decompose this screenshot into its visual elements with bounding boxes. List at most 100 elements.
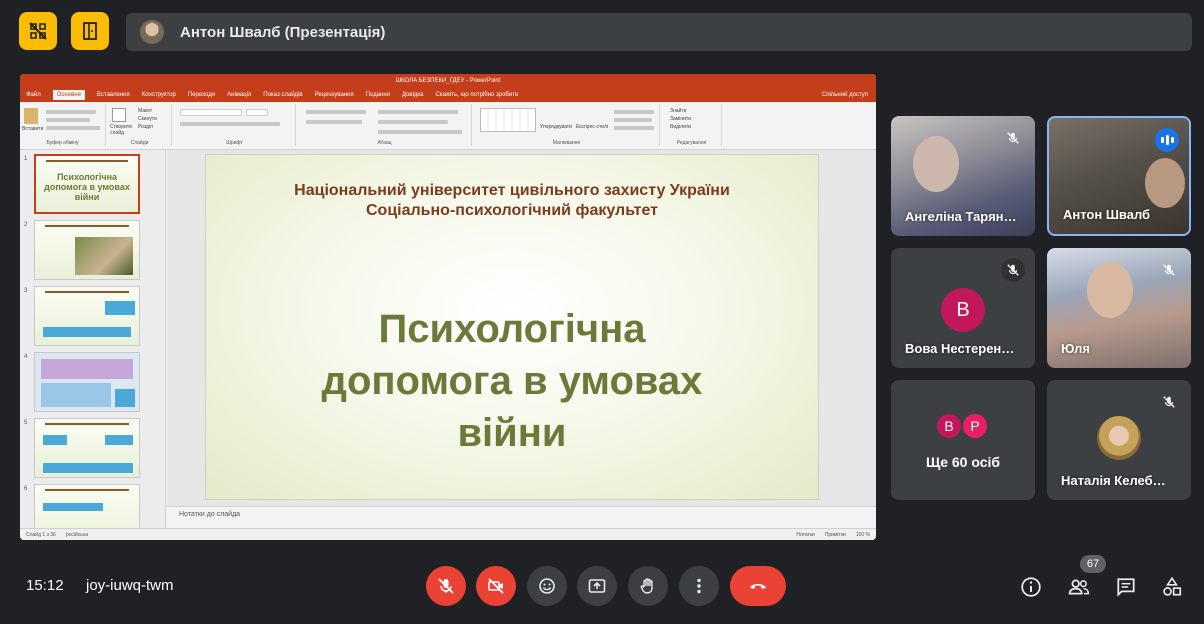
ribbon-group-label: Буфер обміну (46, 140, 79, 146)
layout-menu[interactable]: Макет (138, 108, 152, 114)
tab-slideshow[interactable]: Показ слайдів (263, 92, 302, 98)
leave-call-button[interactable] (730, 566, 786, 606)
tab-animations[interactable]: Анімація (227, 92, 251, 98)
mic-off-icon (1001, 258, 1025, 282)
tab-insert[interactable]: Вставлення (97, 92, 130, 98)
participant-video (1087, 262, 1133, 318)
avatar: В (935, 412, 963, 440)
current-slide: Національний університет цивільного захи… (205, 154, 819, 500)
avatar: Р (961, 412, 989, 440)
mic-off-icon (1157, 258, 1181, 282)
thumb-title: Психологічна допомога в умовах війни (44, 172, 130, 202)
shapes-gallery[interactable] (480, 108, 536, 132)
ribbon-group-label: Редагування (676, 140, 707, 146)
ribbon-group-clipboard: Вставити Буфер обміну (20, 104, 106, 146)
reset-button[interactable]: Скинути (138, 116, 157, 122)
replace-button[interactable]: Замінити (670, 116, 691, 122)
presenter-bar: Антон Швалб (Презентація) (126, 13, 1192, 51)
camera-toggle-button[interactable] (476, 566, 516, 606)
status-slide-count: Слайд 1 з 36 (26, 531, 56, 538)
ppt-window-title: ШКОЛА БЕЗПЕКИ_ГДЕУ - PowerPoint (395, 78, 501, 84)
paste-button[interactable]: Вставити (22, 126, 43, 132)
participant-video (1145, 158, 1185, 208)
avatar: В (941, 288, 985, 332)
reactions-button[interactable] (527, 566, 567, 606)
hide-presentation-button[interactable] (19, 12, 57, 50)
tell-me-search[interactable]: Скажіть, що потрібно зробити (436, 92, 519, 98)
mic-off-icon (1157, 390, 1181, 414)
participant-tile[interactable]: Ангеліна Тарян… (891, 116, 1035, 236)
ribbon-group-drawing: Упорядкувати Експрес-стилі Малювання (474, 104, 660, 146)
people-button[interactable] (1066, 574, 1092, 600)
arrange-button[interactable]: Упорядкувати (540, 124, 572, 130)
thumb-preview (34, 220, 140, 280)
tab-review[interactable]: Рецензування (315, 92, 354, 98)
slide-thumbnail[interactable]: 6 (24, 484, 160, 528)
tab-transitions[interactable]: Переходи (188, 92, 215, 98)
quick-styles-button[interactable]: Експрес-стилі (576, 124, 608, 130)
more-participants-tile[interactable]: В Р Ще 60 осіб (891, 380, 1035, 500)
chat-icon (1117, 578, 1135, 597)
meeting-details-button[interactable] (1018, 574, 1044, 600)
ribbon-group-editing: Знайти Замінити Виділити Редагування (662, 104, 722, 146)
slide-thumbnail[interactable]: 4 (24, 352, 160, 414)
ribbon-group-label: Слайди (130, 140, 149, 146)
participant-name: Ангеліна Тарян… (905, 209, 1017, 224)
ribbon-group-label: Малювання (552, 140, 581, 146)
slide-thumbnails-pane[interactable]: 1 Психологічна допомога в умовах війни 2… (20, 150, 166, 528)
slide-title-line3: війни (457, 411, 567, 455)
comments-toggle[interactable]: Примітки (825, 532, 846, 538)
mic-toggle-button[interactable] (426, 566, 466, 606)
raise-hand-button[interactable] (628, 566, 668, 606)
tab-home[interactable]: Основне (52, 90, 85, 100)
section-menu[interactable]: Розділ (138, 124, 153, 130)
meeting-code[interactable]: joy-iuwq-twm (86, 577, 174, 594)
tab-file[interactable]: Файл (26, 92, 41, 98)
presenter-name: Антон Швалб (Презентація) (180, 23, 386, 41)
ribbon-group-paragraph: Абзац (298, 104, 472, 146)
activities-button[interactable] (1159, 574, 1185, 600)
participant-tile[interactable]: В Вова Нестерен… (891, 248, 1035, 368)
tab-help[interactable]: Довідка (402, 92, 424, 98)
ppt-ribbon: Вставити Буфер обміну Створити слайд Мак… (20, 102, 876, 150)
people-icon (1068, 579, 1090, 595)
present-button[interactable] (577, 566, 617, 606)
door-icon (83, 22, 97, 40)
thumb-preview (34, 352, 140, 412)
thumb-preview (34, 286, 140, 346)
participant-tile[interactable]: Антон Швалб (1047, 116, 1191, 236)
slide-thumbnail[interactable]: 5 (24, 418, 160, 480)
slide-university-line2: Соціально-психологічний факультет (366, 202, 658, 219)
speaking-indicator-icon (1155, 128, 1179, 152)
participant-count-badge: 67 (1080, 555, 1106, 573)
participant-video (913, 136, 959, 192)
participant-tile[interactable]: Юля (1047, 248, 1191, 368)
ribbon-group-font: Шрифт (174, 104, 296, 146)
chat-button[interactable] (1113, 574, 1139, 600)
tab-design[interactable]: Конструктор (142, 92, 176, 98)
notes-pane[interactable]: Нотатки до слайда (167, 506, 876, 528)
participant-tile[interactable]: Наталія Келеб… (1047, 380, 1191, 500)
more-options-button[interactable] (679, 566, 719, 606)
slide-thumbnail[interactable]: 1 Психологічна допомога в умовах війни (24, 154, 160, 216)
ppt-status-bar: Слайд 1 з 36 російська Нотатки Примітки … (20, 528, 876, 540)
share-button[interactable]: Спільний доступ (822, 92, 868, 98)
participant-name: Вова Нестерен… (905, 341, 1015, 356)
thumb-number: 3 (24, 288, 28, 294)
status-language: російська (65, 531, 88, 538)
ribbon-group-label: Абзац (377, 140, 392, 146)
ribbon-group-slides: Створити слайд Макет Скинути Розділ Слай… (108, 104, 172, 146)
thumb-number: 6 (24, 486, 28, 492)
select-button[interactable]: Виділити (670, 124, 691, 130)
slide-thumbnail[interactable]: 2 (24, 220, 160, 282)
slide-thumbnail[interactable]: 3 (24, 286, 160, 348)
tab-view[interactable]: Подання (366, 92, 390, 98)
layout-button[interactable] (71, 12, 109, 50)
notes-toggle[interactable]: Нотатки (796, 532, 814, 538)
zoom-level[interactable]: 100 % (856, 532, 870, 538)
mic-off-icon (1001, 126, 1025, 150)
avatar (140, 20, 164, 44)
find-button[interactable]: Знайти (670, 108, 686, 114)
new-slide-button[interactable]: Створити слайд (110, 124, 134, 136)
smiley-icon (539, 578, 555, 594)
